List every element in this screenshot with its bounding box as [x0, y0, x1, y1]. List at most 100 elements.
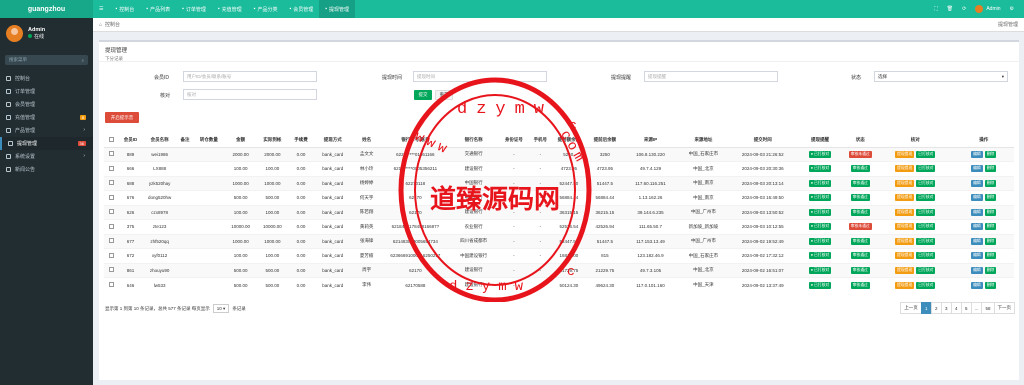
verify-button[interactable]: 已打核对	[916, 281, 936, 289]
delete-button[interactable]: 删除	[984, 194, 997, 202]
submit-button[interactable]: 提交	[414, 90, 432, 100]
nav-tab-1[interactable]: ▪ 产品列表	[140, 0, 176, 18]
verify-button[interactable]: 已打核对	[916, 179, 936, 187]
sidebar-item-6[interactable]: 系统设置 ›	[0, 150, 93, 163]
check-input[interactable]: 核对	[183, 89, 317, 100]
sidebar-item-4[interactable]: 产品管理 ›	[0, 124, 93, 137]
delete-button[interactable]: 删除	[984, 208, 997, 216]
nav-tab-4[interactable]: ▪ 产品分类	[248, 0, 284, 18]
settings-icon[interactable]: ⚙	[1010, 6, 1014, 12]
delete-button[interactable]: 删除	[984, 165, 997, 173]
nav-tab-6[interactable]: ▪ 提现管理	[319, 0, 356, 18]
status-select[interactable]: 选择 ▾	[874, 71, 1008, 82]
sidebar-item-3[interactable]: 充值管理 8	[0, 111, 93, 124]
delete-button[interactable]: 删除	[984, 281, 997, 289]
verify-button[interactable]: 已打核对	[916, 266, 936, 274]
check-button[interactable]: 提现提现	[895, 266, 915, 274]
brand-logo[interactable]: guangzhou	[0, 0, 93, 18]
row-checkbox[interactable]	[108, 267, 114, 273]
edit-button[interactable]: 编辑	[971, 237, 983, 245]
edit-button[interactable]: 编辑	[971, 165, 983, 173]
verify-button[interactable]: 已打核对	[916, 150, 936, 158]
remind-tag[interactable]: ● 已打核对	[808, 266, 832, 274]
nav-tab-0[interactable]: ▪ 控制台	[109, 0, 140, 18]
remind-tag[interactable]: ● 已打核对	[808, 281, 832, 289]
user-menu[interactable]: Admin	[975, 5, 1001, 13]
sidebar-item-7[interactable]: 新闻公告	[0, 163, 93, 176]
check-button[interactable]: 提现提现	[895, 223, 915, 231]
remind-tag[interactable]: ● 已打核对	[808, 223, 832, 231]
nav-tab-5[interactable]: ▪ 会员管理	[283, 0, 319, 18]
edit-button[interactable]: 编辑	[971, 150, 983, 158]
edit-button[interactable]: 编辑	[971, 281, 983, 289]
reset-button[interactable]: 重置	[435, 90, 453, 100]
row-checkbox[interactable]	[108, 165, 114, 171]
remind-tag[interactable]: ● 已打核对	[808, 150, 832, 158]
page-button[interactable]: 上一页	[900, 302, 922, 314]
sidebar-item-2[interactable]: 会员管理	[0, 98, 93, 111]
check-button[interactable]: 提现提现	[895, 194, 915, 202]
sidebar-item-5[interactable]: 提现管理 36	[0, 137, 93, 150]
remind-tag[interactable]: ● 已打核对	[808, 194, 832, 202]
check-button[interactable]: 提现提现	[895, 179, 915, 187]
delete-button[interactable]: 删除	[984, 179, 997, 187]
edit-button[interactable]: 编辑	[971, 252, 983, 260]
page-button[interactable]: 下一页	[993, 302, 1015, 314]
edit-button[interactable]: 编辑	[971, 223, 983, 231]
sound-alert-button[interactable]: 开启提示音	[105, 112, 139, 123]
verify-button[interactable]: 已打核对	[916, 237, 936, 245]
nav-tab-3[interactable]: ▪ 充值管理	[212, 0, 248, 18]
sidebar-item-1[interactable]: 订单管理	[0, 85, 93, 98]
row-checkbox[interactable]	[108, 194, 114, 200]
tab-dashboard[interactable]: 控制台	[105, 21, 120, 28]
page-size-select[interactable]: 10 ▾	[212, 304, 230, 313]
remind-tag[interactable]: ● 已打核对	[808, 252, 832, 260]
check-button[interactable]: 提现提现	[895, 281, 915, 289]
row-checkbox[interactable]	[108, 282, 114, 287]
row-checkbox[interactable]	[108, 238, 114, 244]
delete-button[interactable]: 删除	[984, 266, 997, 274]
row-checkbox[interactable]	[108, 223, 114, 229]
column-header[interactable]	[104, 134, 119, 148]
refresh-icon[interactable]: ⟳	[962, 6, 966, 12]
verify-button[interactable]: 已打核对	[916, 194, 936, 202]
edit-button[interactable]: 编辑	[971, 194, 983, 202]
check-button[interactable]: 提现提现	[895, 237, 915, 245]
member-id-input[interactable]: 用户ID/会员/联系/账号	[183, 71, 317, 82]
delete-button[interactable]: 删除	[984, 150, 997, 158]
edit-button[interactable]: 编辑	[971, 208, 983, 216]
row-checkbox[interactable]	[108, 209, 114, 215]
row-checkbox[interactable]	[108, 151, 114, 157]
select-all-checkbox[interactable]	[108, 137, 114, 143]
column-header: 转仓数量	[192, 134, 225, 148]
check-button[interactable]: 提现提现	[895, 165, 915, 173]
trash-icon[interactable]: 🗑	[947, 6, 953, 12]
menu-toggle-icon[interactable]: ☰	[93, 0, 109, 18]
sidebar-item-0[interactable]: 控制台	[0, 72, 93, 85]
table-cell	[177, 204, 193, 220]
remind-tag[interactable]: ● 已打核对	[808, 165, 832, 173]
sidebar-search-input[interactable]: 搜索菜单 ⌕	[5, 55, 88, 65]
verify-button[interactable]: 已打核对	[916, 252, 936, 260]
verify-button[interactable]: 已打核对	[916, 223, 936, 231]
time-input[interactable]: 提现时间	[413, 71, 547, 82]
delete-button[interactable]: 删除	[984, 237, 997, 245]
remind-tag[interactable]: ● 已打核对	[808, 179, 832, 187]
expand-icon[interactable]: ⛶	[934, 6, 938, 12]
row-checkbox[interactable]	[108, 180, 114, 186]
edit-button[interactable]: 编辑	[971, 266, 983, 274]
check-button[interactable]: 提现提现	[895, 208, 915, 216]
delete-button[interactable]: 删除	[984, 252, 997, 260]
check-button[interactable]: 提现提现	[895, 150, 915, 158]
check-button[interactable]: 提现提现	[895, 252, 915, 260]
edit-button[interactable]: 编辑	[971, 179, 983, 187]
verify-button[interactable]: 已打核对	[916, 165, 936, 173]
nav-tab-2[interactable]: ▪ 订单管理	[176, 0, 212, 18]
remind-tag[interactable]: ● 已打核对	[808, 208, 832, 216]
verify-button[interactable]: 已打核对	[916, 208, 936, 216]
table-cell: bank_card	[313, 161, 352, 176]
remind-tag[interactable]: ● 已打核对	[808, 237, 832, 245]
remind-input[interactable]: 提现提醒	[644, 71, 778, 82]
row-checkbox[interactable]	[108, 252, 114, 258]
delete-button[interactable]: 删除	[984, 223, 997, 231]
